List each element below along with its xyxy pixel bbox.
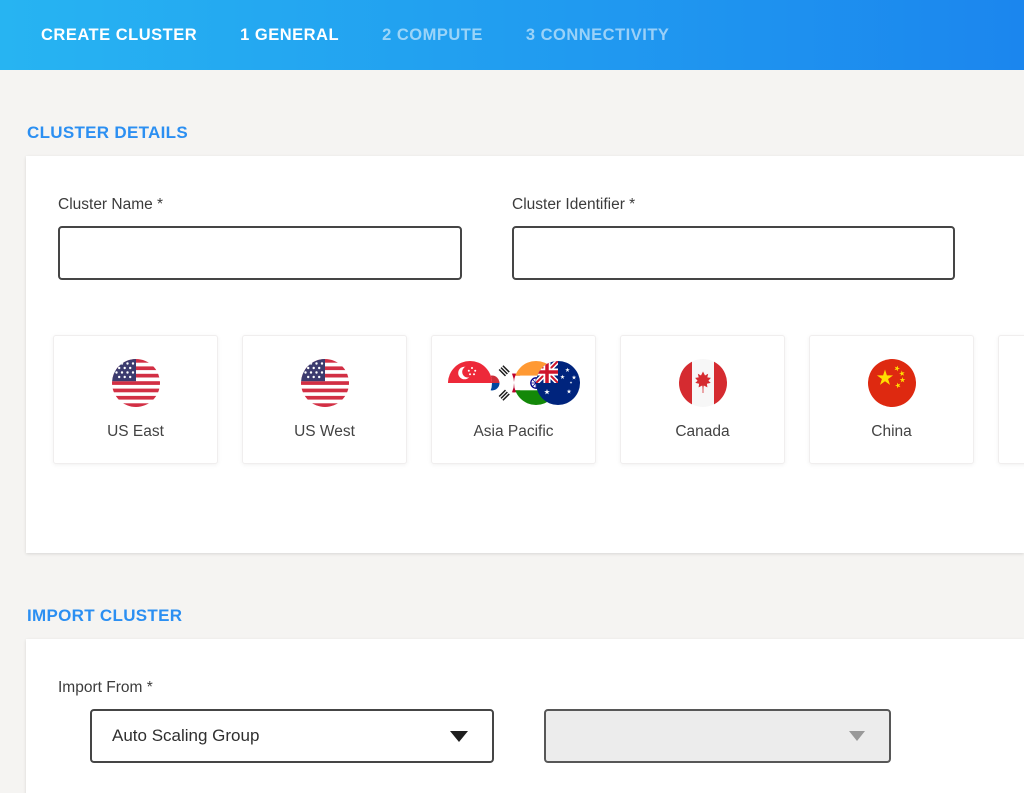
us-flag-icon <box>301 359 349 407</box>
import-secondary-select[interactable] <box>544 709 891 763</box>
wizard-header: CREATE CLUSTER 1 GENERAL 2 COMPUTE 3 CON… <box>0 0 1024 70</box>
dropdown-arrow-icon <box>450 731 468 742</box>
import-cluster-panel: Import From * Auto Scaling Group <box>26 639 1024 793</box>
cluster-details-panel: Cluster Name * Cluster Identifier * <box>26 156 1024 553</box>
region-card-partial[interactable] <box>998 335 1024 464</box>
region-card-china[interactable]: China <box>809 335 974 464</box>
cluster-name-field-group: Cluster Name * <box>58 196 462 280</box>
tab-compute[interactable]: 2 COMPUTE <box>382 26 483 45</box>
cluster-identifier-label: Cluster Identifier * <box>512 196 955 214</box>
import-from-selected-value: Auto Scaling Group <box>112 726 259 746</box>
region-label: China <box>871 423 912 441</box>
tab-general[interactable]: 1 GENERAL <box>240 26 339 45</box>
dropdown-arrow-icon <box>849 731 865 741</box>
us-flag-icon <box>112 359 160 407</box>
china-flag-icon <box>868 359 916 407</box>
region-card-us-west[interactable]: US West <box>242 335 407 464</box>
page-title: CREATE CLUSTER <box>41 26 197 45</box>
canada-flag-icon <box>679 359 727 407</box>
tab-connectivity[interactable]: 3 CONNECTIVITY <box>526 26 670 45</box>
import-from-select[interactable]: Auto Scaling Group <box>90 709 494 763</box>
cluster-name-input[interactable] <box>58 226 462 280</box>
region-card-row: US East <box>53 335 1024 464</box>
singapore-flag-icon <box>448 361 492 405</box>
cluster-name-label: Cluster Name * <box>58 196 462 214</box>
import-from-label: Import From * <box>58 679 1024 697</box>
region-card-asia-pacific[interactable]: Asia Pacific <box>431 335 596 464</box>
cluster-details-heading: CLUSTER DETAILS <box>27 123 1024 143</box>
region-label: US West <box>294 423 355 441</box>
region-label: Asia Pacific <box>473 423 553 441</box>
region-label: US East <box>107 423 164 441</box>
import-cluster-heading: IMPORT CLUSTER <box>27 606 1024 626</box>
cluster-identifier-input[interactable] <box>512 226 955 280</box>
region-label: Canada <box>675 423 729 441</box>
region-card-canada[interactable]: Canada <box>620 335 785 464</box>
region-card-us-east[interactable]: US East <box>53 335 218 464</box>
australia-flag-icon <box>536 361 580 405</box>
asia-pacific-flags-icon <box>448 359 580 407</box>
cluster-identifier-field-group: Cluster Identifier * <box>512 196 955 280</box>
